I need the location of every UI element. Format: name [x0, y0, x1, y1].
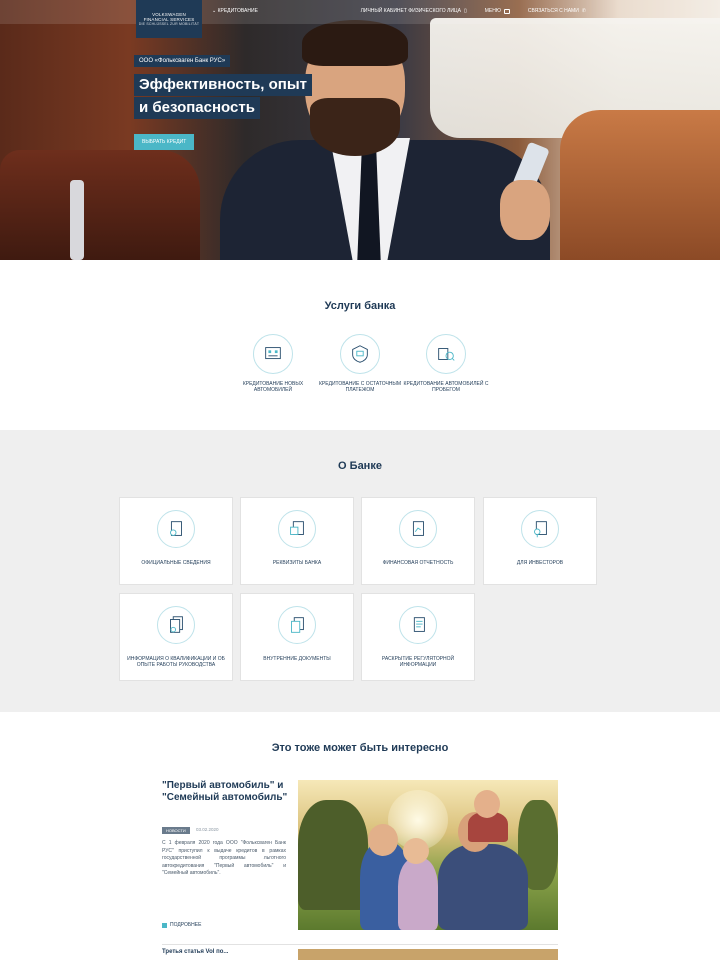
logo-line-3: DIE SCHLÜSSEL ZUR MOBILITÄT — [138, 21, 200, 26]
document-certificate-icon — [170, 616, 183, 633]
service-label: КРЕДИТОВАНИЕ С ОСТАТОЧНЫМ ПЛАТЕЖОМ — [318, 381, 402, 393]
card-investors[interactable]: ДЛЯ ИНВЕСТОРОВ — [483, 497, 597, 585]
article-date: 03.02.2020 — [196, 827, 219, 832]
services-section: Услуги банка КРЕДИТОВАНИЕ НОВЫХ АВТОМОБИ… — [0, 260, 720, 430]
document-regulatory-icon — [413, 617, 425, 632]
nav-credit-label: КРЕДИТОВАНИЕ — [217, 8, 258, 14]
hero-title-line-1: Эффективность, опыт — [134, 74, 313, 96]
documents-icon — [291, 617, 304, 633]
card-label: РАСКРЫТИЕ РЕГУЛЯТОРНОЙ ИНФОРМАЦИИ — [381, 656, 455, 668]
card-icon-circle — [157, 510, 195, 548]
card-icon-circle — [399, 606, 437, 644]
new-car-icon — [265, 347, 281, 360]
choose-credit-button[interactable]: ВЫБРАТЬ КРЕДИТ — [134, 134, 195, 150]
service-label: КРЕДИТОВАНИЕ НОВЫХ АВТОМОБИЛЕЙ — [242, 381, 304, 393]
document-investor-icon — [534, 521, 547, 538]
hero-title-line-2: и безопасность — [134, 97, 260, 119]
card-icon-circle — [399, 510, 437, 548]
card-official-info[interactable]: ОФИЦИАЛЬНЫЕ СВЕДЕНИЯ — [119, 497, 233, 585]
hero-seat-right — [560, 110, 720, 260]
service-new-cars[interactable]: КРЕДИТОВАНИЕ НОВЫХ АВТОМОБИЛЕЙ — [228, 334, 318, 393]
next-article-row[interactable]: Третья статья Vol по... — [162, 944, 558, 960]
next-article-thumbnail — [298, 949, 558, 960]
service-icon-circle — [340, 334, 380, 374]
lock-icon: ▯ — [463, 8, 467, 14]
card-label: ВНУТРЕННИЕ ДОКУМЕНТЫ — [263, 656, 331, 662]
services-title: Услуги банка — [324, 300, 396, 312]
article-title[interactable]: "Первый автомобиль" и "Семейный автомоби… — [162, 780, 292, 804]
hero-banner: VOLKSWAGEN FINANCIAL SERVICES DIE SCHLÜS… — [0, 0, 720, 260]
nav-cabinet-link[interactable]: ЛИЧНЫЙ КАБИНЕТ ФИЗИЧЕСКОГО ЛИЦА ▯ — [361, 8, 467, 14]
hero-businessman-photo — [210, 20, 550, 260]
card-label: ДЛЯ ИНВЕСТОРОВ — [516, 560, 564, 566]
card-label: РЕКВИЗИТЫ БАНКА — [272, 560, 322, 566]
card-regulatory-info[interactable]: РАСКРЫТИЕ РЕГУЛЯТОРНОЙ ИНФОРМАЦИИ — [361, 593, 475, 681]
service-residual-payment[interactable]: КРЕДИТОВАНИЕ С ОСТАТОЧНЫМ ПЛАТЕЖОМ — [315, 334, 405, 393]
used-car-icon — [438, 348, 455, 361]
bank-logo[interactable]: VOLKSWAGEN FINANCIAL SERVICES DIE SCHLÜS… — [136, 0, 202, 38]
card-icon-circle — [521, 510, 559, 548]
hero-seat-left — [0, 150, 200, 260]
nav-menu-label: МЕНЮ — [484, 8, 501, 14]
interest-section: Это тоже может быть интересно "Первый ав… — [0, 712, 720, 960]
nav-contact-label: СВЯЗАТЬСЯ С НАМИ — [527, 8, 579, 14]
nav-credit-link[interactable]: ⌄ КРЕДИТОВАНИЕ — [212, 8, 258, 14]
menu-icon — [503, 8, 510, 14]
hero-badge: ООО «Фольксваген Банк РУС» — [134, 55, 231, 67]
article-tag: НОВОСТИ — [162, 827, 190, 834]
nav-menu-button[interactable]: МЕНЮ — [485, 8, 510, 14]
about-section: О Банке ОФИЦИАЛЬНЫЕ СВЕДЕНИЯ РЕКВИЗИТЫ Б… — [0, 430, 720, 712]
read-more-label: ПОДРОБНЕЕ — [170, 922, 202, 928]
arrow-icon — [162, 922, 167, 928]
next-article-title: Третья статья Vol по... — [162, 949, 229, 955]
card-icon-circle — [157, 606, 195, 644]
card-icon-circle — [278, 606, 316, 644]
service-label: КРЕДИТОВАНИЕ АВТОМОБИЛЕЙ С ПРОБЕГОМ — [403, 381, 489, 393]
card-label: ФИНАНСОВАЯ ОТЧЕТНОСТЬ — [382, 560, 454, 566]
nav-right-group: ЛИЧНЫЙ КАБИНЕТ ФИЗИЧЕСКОГО ЛИЦА ▯ МЕНЮ С… — [361, 8, 586, 14]
residual-payment-icon — [352, 345, 368, 363]
service-icon-circle — [426, 334, 466, 374]
card-icon-circle — [278, 510, 316, 548]
service-used-cars[interactable]: КРЕДИТОВАНИЕ АВТОМОБИЛЕЙ С ПРОБЕГОМ — [401, 334, 491, 393]
card-label: ОФИЦИАЛЬНЫЕ СВЕДЕНИЯ — [141, 560, 211, 566]
document-details-icon — [290, 521, 304, 535]
interest-title: Это тоже может быть интересно — [271, 742, 449, 754]
nav-cabinet-label: ЛИЧНЫЙ КАБИНЕТ ФИЗИЧЕСКОГО ЛИЦА — [360, 8, 461, 14]
document-user-icon — [170, 521, 182, 536]
phone-icon: ✆ — [581, 8, 586, 14]
service-icon-circle — [253, 334, 293, 374]
card-label: ИНФОРМАЦИЯ О КВАЛИФИКАЦИИ И ОБ ОПЫТЕ РАБ… — [127, 656, 225, 668]
read-more-link[interactable]: ПОДРОБНЕЕ — [162, 922, 201, 928]
document-report-icon — [412, 521, 424, 536]
card-bank-details[interactable]: РЕКВИЗИТЫ БАНКА — [240, 497, 354, 585]
card-internal-documents[interactable]: ВНУТРЕННИЕ ДОКУМЕНТЫ — [240, 593, 354, 681]
nav-contact-link[interactable]: СВЯЗАТЬСЯ С НАМИ ✆ — [528, 8, 586, 14]
card-management-qualification[interactable]: ИНФОРМАЦИЯ О КВАЛИФИКАЦИИ И ОБ ОПЫТЕ РАБ… — [119, 593, 233, 681]
about-title: О Банке — [338, 460, 382, 472]
family-photo[interactable] — [298, 780, 558, 930]
hero-seatbelt — [70, 180, 84, 260]
card-financial-reports[interactable]: ФИНАНСОВАЯ ОТЧЕТНОСТЬ — [361, 497, 475, 585]
hero-title: Эффективность, опыт и безопасность — [134, 74, 313, 120]
article-text: С 1 февраля 2020 года ООО "Фольксваген Б… — [162, 840, 286, 876]
